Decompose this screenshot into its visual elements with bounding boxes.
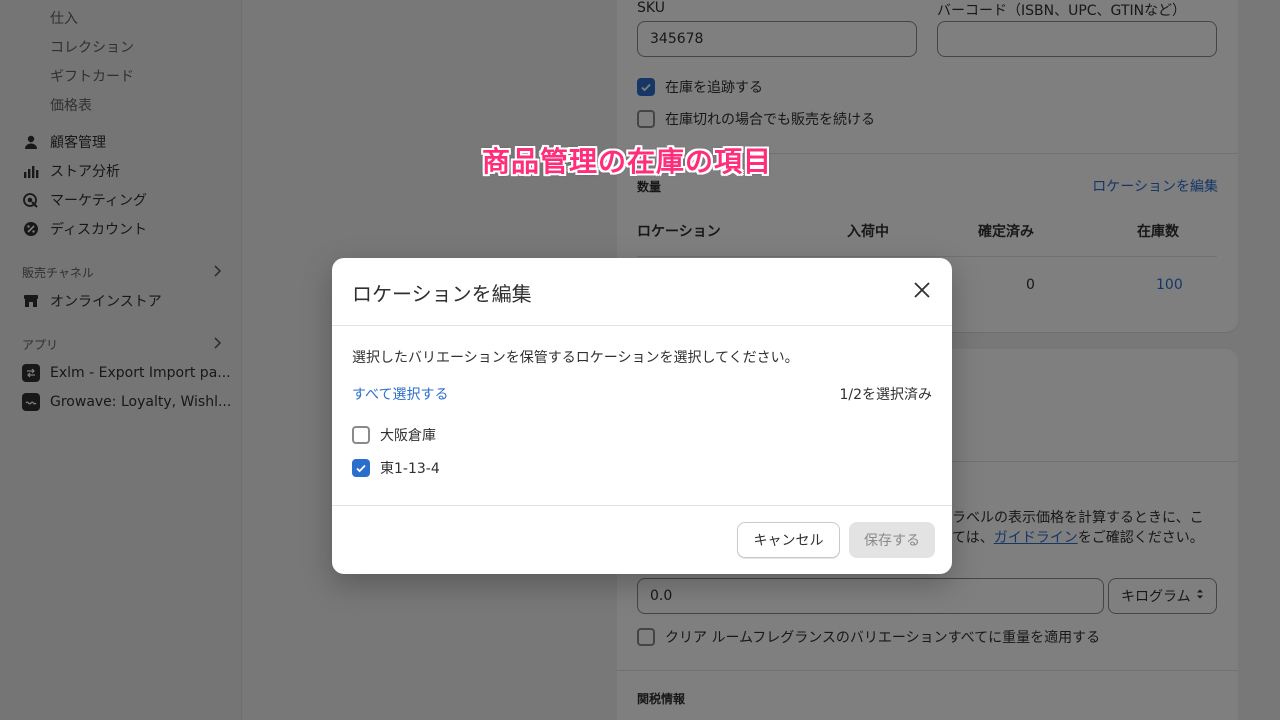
cancel-button[interactable]: キャンセル bbox=[737, 522, 840, 558]
modal-header: ロケーションを編集 bbox=[332, 258, 952, 326]
save-button[interactable]: 保存する bbox=[849, 522, 935, 558]
annotation-caption: 商品管理の在庫の項目 bbox=[482, 145, 773, 178]
close-icon bbox=[913, 281, 931, 303]
modal-description: 選択したバリエーションを保管するロケーションを選択してください。 bbox=[352, 350, 799, 366]
location-name: 大阪倉庫 bbox=[380, 428, 436, 444]
edit-locations-modal: ロケーションを編集 選択したバリエーションを保管するロケーションを選択してくださ… bbox=[332, 258, 952, 574]
location-name: 東1-13-4 bbox=[380, 461, 440, 477]
modal-footer: キャンセル 保存する bbox=[332, 505, 952, 574]
close-button[interactable] bbox=[910, 280, 934, 304]
selected-count: 1/2を選択済み bbox=[839, 387, 932, 403]
select-all-link[interactable]: すべて選択する bbox=[352, 384, 448, 404]
checkbox-checked-icon bbox=[352, 459, 370, 477]
modal-title: ロケーションを編集 bbox=[352, 282, 532, 306]
checkbox-unchecked-icon bbox=[352, 426, 370, 444]
location-option-higashi[interactable]: 東1-13-4 bbox=[352, 458, 440, 478]
location-option-osaka[interactable]: 大阪倉庫 bbox=[352, 425, 436, 445]
